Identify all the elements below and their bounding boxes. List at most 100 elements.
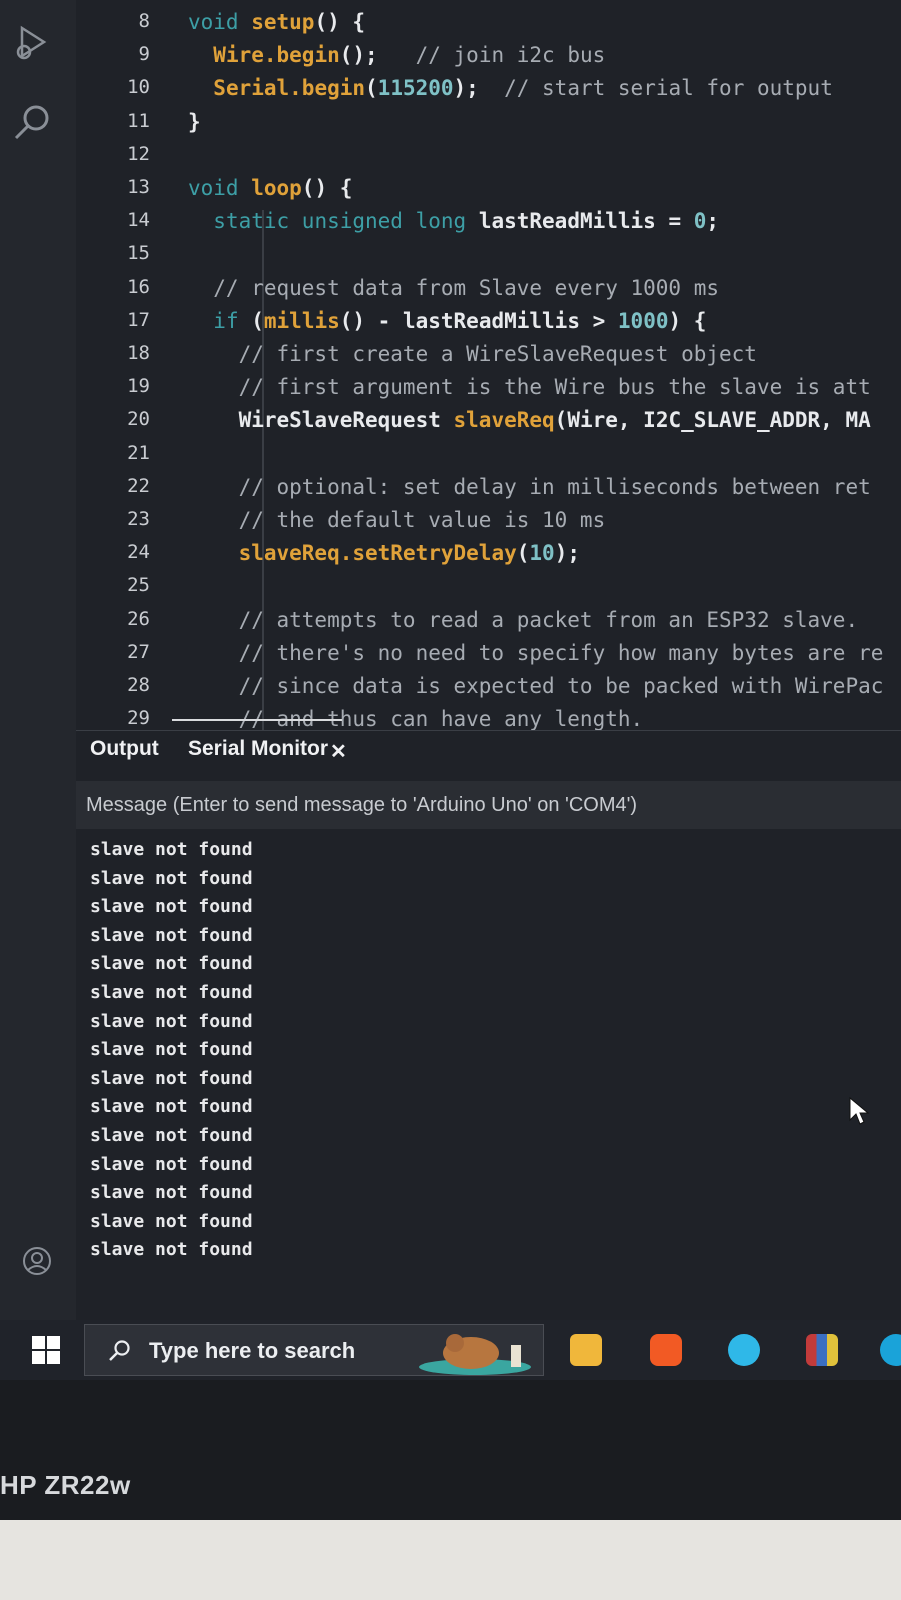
monitor-model-label: HP ZR22w: [0, 1470, 131, 1500]
code-token: setup: [251, 10, 315, 34]
code-line[interactable]: 16 // request data from Slave every 1000…: [76, 276, 901, 306]
code-line[interactable]: 12: [76, 143, 901, 173]
line-number: 20: [127, 408, 150, 431]
code-token: // start serial for output: [478, 76, 833, 101]
code-line[interactable]: 20 WireSlaveRequest slaveReq(Wire, I2C_S…: [76, 408, 901, 438]
code-token: // the default value is 10 ms: [188, 508, 606, 532]
code-line[interactable]: 23 // the default value is 10 ms: [76, 508, 901, 538]
code-token: void: [188, 10, 252, 34]
code-line[interactable]: 14 static unsigned long lastReadMillis =…: [76, 209, 901, 239]
code-token: loop: [251, 176, 302, 200]
winrar-icon[interactable]: [806, 1334, 838, 1366]
search-highlight-illustration-icon: [419, 1334, 531, 1375]
code-line[interactable]: 10 Serial.begin(115200); // start serial…: [76, 76, 901, 106]
search-icon: [109, 1340, 130, 1361]
close-icon[interactable]: ✕: [330, 739, 347, 764]
code-token: lastReadMillis =: [478, 209, 694, 234]
code-token: );: [554, 541, 580, 566]
code-token: ();: [339, 43, 378, 68]
code-token: Serial.begin: [213, 76, 366, 101]
code-token: }: [188, 109, 201, 134]
code-token: (: [251, 308, 264, 333]
line-number: 27: [127, 640, 150, 663]
line-number: 13: [127, 176, 150, 198]
code-token: (: [365, 76, 378, 101]
serial-message-input[interactable]: [86, 789, 886, 821]
serial-line: slave not found: [90, 1096, 253, 1118]
code-token: // attempts to read a packet from an ESP…: [188, 607, 859, 632]
code-text: // optional: set delay in milliseconds b…: [188, 475, 871, 499]
edge-icon[interactable]: [880, 1334, 901, 1366]
line-number: 24: [127, 541, 150, 564]
code-line[interactable]: 15: [76, 242, 901, 272]
app-c-icon[interactable]: [728, 1334, 760, 1366]
code-token: // request data from Slave every 1000 ms: [188, 275, 720, 300]
code-line[interactable]: 24 slaveReq.setRetryDelay(10);: [76, 541, 901, 571]
code-token: // since data is expected to be packed w…: [188, 674, 884, 698]
code-token: // optional: set delay in milliseconds b…: [188, 474, 871, 499]
account-icon[interactable]: [22, 1246, 52, 1276]
code-text: // the default value is 10 ms: [188, 508, 606, 532]
code-line[interactable]: 28 // since data is expected to be packe…: [76, 674, 901, 704]
brave-icon[interactable]: [650, 1334, 682, 1366]
serial-line: slave not found: [90, 1124, 253, 1146]
serial-line: slave not found: [90, 1153, 253, 1175]
code-line[interactable]: 26 // attempts to read a packet from an …: [76, 608, 901, 638]
code-token: slaveReq.setRetryDelay: [238, 541, 517, 566]
code-editor[interactable]: 8 void setup() {9 Wire.begin(); // join i…: [76, 0, 901, 730]
line-number: 14: [127, 209, 150, 232]
code-line[interactable]: 8 void setup() {: [76, 10, 901, 40]
code-line[interactable]: 11}: [76, 110, 901, 140]
code-line[interactable]: 21: [76, 442, 901, 472]
line-number: 16: [127, 275, 150, 298]
code-token: ) {: [668, 308, 707, 333]
code-token: static unsigned long: [213, 209, 479, 234]
line-number: 19: [127, 375, 150, 398]
code-line[interactable]: 19 // first argument is the Wire bus the…: [76, 375, 901, 405]
code-token: Wire.begin: [213, 43, 340, 68]
monitor-screen: 8 void setup() {9 Wire.begin(); // join i…: [0, 0, 901, 1400]
taskbar: Type here to search: [0, 1320, 901, 1380]
tab-serial-monitor[interactable]: Serial Monitor: [188, 737, 328, 761]
windows-start-icon[interactable]: [30, 1334, 62, 1366]
tab-output[interactable]: Output: [90, 737, 159, 761]
code-line[interactable]: 17 if (millis() - lastReadMillis > 1000)…: [76, 309, 901, 339]
serial-line: slave not found: [90, 1182, 253, 1204]
line-number: 28: [127, 674, 150, 696]
panel-tabs: Output Serial Monitor ✕: [76, 719, 901, 777]
monitor-bezel: HP ZR22w: [0, 1380, 901, 1600]
code-text: if (millis() - lastReadMillis > 1000) {: [188, 309, 706, 333]
line-number: 8: [138, 10, 150, 32]
code-token: () {: [314, 10, 366, 34]
taskbar-search-box[interactable]: Type here to search: [84, 1324, 544, 1376]
search-icon[interactable]: [10, 100, 56, 146]
code-line[interactable]: 9 Wire.begin(); // join i2c bus: [76, 43, 901, 73]
serial-line: slave not found: [90, 896, 253, 918]
code-line[interactable]: 13 void loop() {: [76, 176, 901, 206]
code-text: Wire.begin(); // join i2c bus: [188, 43, 605, 67]
bottom-panel: Output Serial Monitor ✕ slave not found s…: [76, 719, 901, 1320]
serial-line: slave not found: [90, 1010, 253, 1032]
code-line[interactable]: 22 // optional: set delay in millisecond…: [76, 475, 901, 505]
code-token: 0: [693, 209, 707, 234]
line-number: 17: [127, 308, 150, 331]
line-number: 29: [127, 707, 150, 730]
line-number: 10: [127, 76, 150, 99]
serial-line: slave not found: [90, 924, 253, 946]
code-line[interactable]: 27 // there's no need to specify how man…: [76, 641, 901, 671]
code-line[interactable]: 25: [76, 574, 901, 604]
code-token: );: [453, 76, 479, 101]
run-debug-icon[interactable]: [10, 20, 56, 66]
message-bar: [76, 781, 901, 829]
code-line[interactable]: 18 // first create a WireSlaveRequest ob…: [76, 342, 901, 372]
file-explorer-icon[interactable]: [570, 1334, 602, 1366]
serial-line: slave not found: [90, 1210, 253, 1232]
line-number: 22: [127, 474, 150, 497]
serial-line: slave not found: [90, 867, 253, 889]
code-token: 10: [529, 541, 555, 566]
